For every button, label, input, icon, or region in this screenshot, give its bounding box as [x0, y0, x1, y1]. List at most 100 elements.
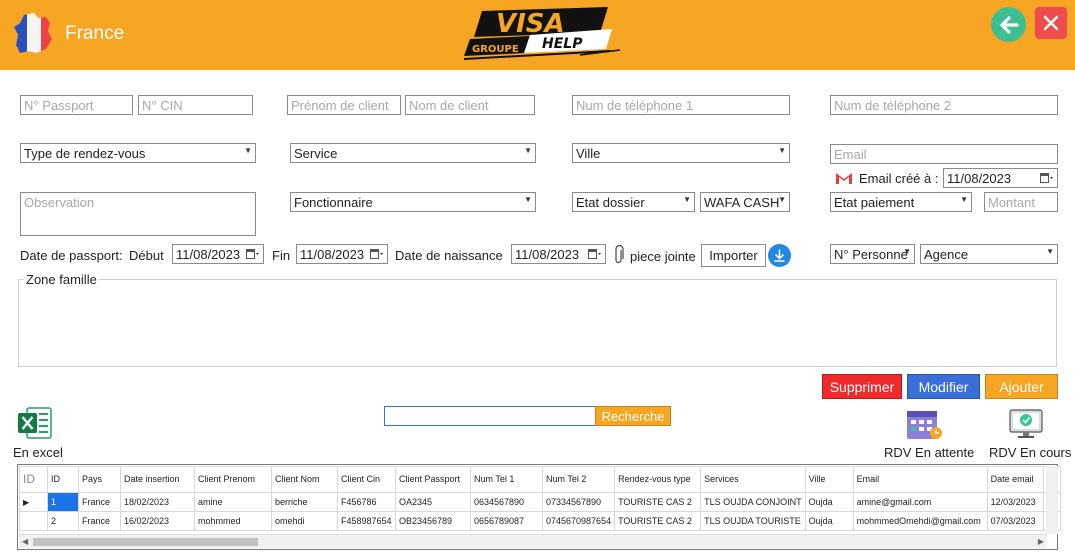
excel-label[interactable]: En excel: [13, 445, 63, 460]
table-cell[interactable]: Oujda: [804, 511, 854, 531]
monitor-check-icon[interactable]: [1007, 407, 1045, 441]
column-header[interactable]: Services: [700, 466, 806, 493]
type-rdv-select[interactable]: Type de rendez-vous ▼: [20, 143, 256, 163]
column-header[interactable]: Rendez-vous type: [614, 466, 702, 493]
excel-icon[interactable]: [17, 406, 53, 440]
table-cell[interactable]: France: [78, 492, 121, 512]
column-header[interactable]: Client Passport: [395, 466, 471, 493]
horizontal-scrollbar[interactable]: ◀ ▶: [19, 534, 1047, 548]
column-header[interactable]: Date email: [986, 466, 1044, 493]
vertical-scrollbar[interactable]: [1046, 466, 1058, 534]
personne-select[interactable]: N° Personne ▼: [830, 244, 915, 264]
ajouter-button[interactable]: Ajouter: [985, 374, 1058, 399]
table-row[interactable]: 2 France 16/02/2023 mohmmed omehdi F4589…: [19, 511, 1061, 531]
table-header-row: ID ID Pays Date insertion Client Prenom …: [19, 466, 1061, 493]
column-header[interactable]: ID: [19, 466, 48, 493]
table-cell[interactable]: 2: [47, 511, 79, 531]
table-cell[interactable]: 0745670987654: [541, 511, 616, 531]
table-cell[interactable]: F458987654: [337, 511, 396, 531]
scroll-right-icon[interactable]: ▶: [1038, 537, 1044, 546]
table-cell[interactable]: TOURISTE CAS 2: [614, 492, 702, 512]
debut-date-value: 11/08/2023: [176, 247, 241, 262]
agence-select[interactable]: Agence ▼: [920, 244, 1058, 264]
chevron-down-icon: ▼: [778, 146, 786, 155]
tel1-input[interactable]: Num de téléphone 1: [572, 95, 790, 115]
column-header[interactable]: Email: [852, 466, 988, 493]
table-cell[interactable]: 12/03/2023: [986, 492, 1044, 512]
table-cell[interactable]: TLS OUJDA TOURISTE: [700, 511, 806, 531]
montant-input[interactable]: Montant: [984, 192, 1058, 212]
table-cell[interactable]: 18/02/2023: [120, 492, 195, 512]
table-cell[interactable]: 1: [47, 492, 79, 512]
table-cell[interactable]: 07334567890: [541, 492, 616, 512]
modifier-button[interactable]: Modifier: [907, 374, 980, 399]
chevron-down-icon: ▼: [903, 247, 911, 256]
download-button[interactable]: [768, 244, 791, 267]
payment-method-select[interactable]: WAFA CASH ▼: [700, 192, 790, 212]
importer-button[interactable]: Importer: [701, 244, 766, 267]
table-cell[interactable]: berriche: [271, 492, 338, 512]
header-bar: France VISA GROUPE HELP: [0, 0, 1075, 70]
email-input[interactable]: Email: [830, 144, 1058, 164]
table-cell[interactable]: TOURISTE CAS 2: [614, 511, 702, 531]
tel2-input[interactable]: Num de téléphone 2: [830, 95, 1058, 115]
column-header[interactable]: Ville: [804, 466, 854, 493]
column-header[interactable]: Date insertion: [120, 466, 195, 493]
email-created-date[interactable]: 11/08/2023: [943, 168, 1058, 188]
table-cell[interactable]: amine@gmail.com: [852, 492, 988, 512]
observation-input[interactable]: Observation: [20, 192, 256, 236]
table-cell[interactable]: F456786: [337, 492, 396, 512]
calendar-waiting-icon[interactable]: [905, 407, 943, 441]
column-header[interactable]: Client Prenom: [194, 466, 272, 493]
naissance-date-picker[interactable]: 11/08/2023: [511, 244, 606, 264]
recherche-button[interactable]: Recherche: [595, 406, 671, 426]
table-cell[interactable]: 16/02/2023: [120, 511, 195, 531]
type-rdv-value: Type de rendez-vous: [24, 146, 146, 161]
supprimer-button[interactable]: Supprimer: [822, 374, 902, 399]
nom-input[interactable]: Nom de client: [405, 95, 535, 115]
etat-dossier-select[interactable]: Etat dossier ▼: [572, 192, 695, 212]
fonctionnaire-select[interactable]: Fonctionnaire ▼: [290, 192, 536, 212]
rdv-cours-label[interactable]: RDV En cours: [989, 445, 1071, 460]
table-cell[interactable]: OB23456789: [395, 511, 471, 531]
table-cell[interactable]: 0634567890: [470, 492, 543, 512]
column-header[interactable]: Client Cin: [337, 466, 396, 493]
back-button[interactable]: [991, 7, 1026, 42]
column-header[interactable]: Pays: [78, 466, 121, 493]
svg-text:VISA: VISA: [496, 9, 565, 39]
calendar-icon: [246, 249, 259, 259]
zone-famille[interactable]: [18, 279, 1057, 367]
ville-select[interactable]: Ville ▼: [572, 143, 790, 163]
cin-input[interactable]: N° CIN: [138, 95, 253, 115]
scroll-left-icon[interactable]: ◀: [22, 537, 28, 546]
table-cell[interactable]: 0656789087: [470, 511, 543, 531]
table-row[interactable]: ▶ 1 France 18/02/2023 amine berriche F45…: [19, 492, 1061, 512]
close-button[interactable]: [1035, 7, 1067, 39]
rdv-attente-label[interactable]: RDV En attente: [884, 445, 974, 460]
fin-date-picker[interactable]: 11/08/2023: [296, 244, 388, 264]
table-cell[interactable]: 07/03/2023: [986, 511, 1044, 531]
passport-input[interactable]: N° Passport: [20, 95, 133, 115]
search-input[interactable]: [384, 406, 596, 426]
row-selector[interactable]: [19, 511, 48, 531]
table-cell[interactable]: mohmmedOmehdi@gmail.com: [852, 511, 988, 531]
service-select[interactable]: Service ▼: [290, 143, 536, 163]
table-cell[interactable]: mohmmed: [194, 511, 272, 531]
chevron-down-icon: ▼: [683, 195, 691, 204]
debut-date-picker[interactable]: 11/08/2023: [172, 244, 264, 264]
column-header[interactable]: ID: [47, 466, 79, 493]
table-cell[interactable]: omehdi: [271, 511, 338, 531]
table-cell[interactable]: amine: [194, 492, 272, 512]
svg-text:GROUPE: GROUPE: [472, 44, 519, 55]
scroll-thumb[interactable]: [33, 538, 258, 546]
row-selector[interactable]: ▶: [19, 492, 48, 512]
column-header[interactable]: Num Tel 1: [470, 466, 543, 493]
table-cell[interactable]: TLS OUJDA CONJOINT: [700, 492, 806, 512]
etat-paiement-select[interactable]: Etat paiement ▼: [830, 192, 972, 212]
table-cell[interactable]: OA2345: [395, 492, 471, 512]
prenom-input[interactable]: Prénom de client: [287, 95, 401, 115]
column-header[interactable]: Client Nom: [271, 466, 338, 493]
column-header[interactable]: Num Tel 2: [541, 466, 616, 493]
table-cell[interactable]: France: [78, 511, 121, 531]
table-cell[interactable]: Oujda: [804, 492, 854, 512]
